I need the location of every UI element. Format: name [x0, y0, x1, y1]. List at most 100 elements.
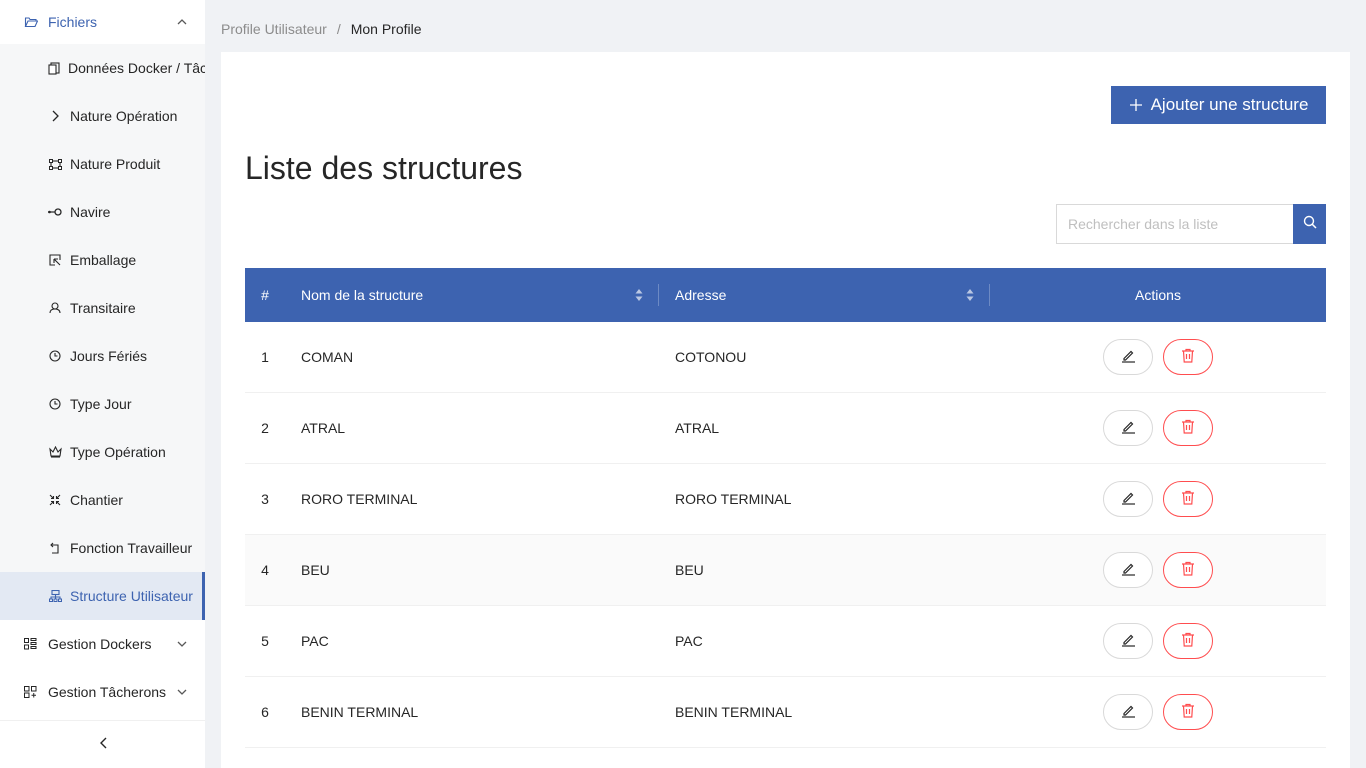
table-row: 4 BEU BEU	[245, 535, 1326, 606]
sidebar-item-label: Nature Opération	[70, 108, 178, 124]
compress-icon	[48, 494, 62, 506]
sort-icon	[966, 287, 974, 303]
chevron-right-icon	[48, 110, 62, 122]
border-icon	[48, 158, 62, 170]
sidebar-item-emballage[interactable]: Emballage	[0, 236, 205, 284]
cluster-icon	[48, 590, 62, 602]
delete-button[interactable]	[1163, 339, 1213, 375]
select-icon	[48, 254, 62, 266]
submenu-fichiers-label: Fichiers	[48, 14, 98, 30]
sidebar-group-gestion-dockers[interactable]: Gestion Dockers	[0, 620, 205, 668]
rollback-icon	[48, 542, 62, 554]
sidebar-item-nature-produit[interactable]: Nature Produit	[0, 140, 205, 188]
cell-address: PAC	[675, 633, 703, 649]
cell-name: ATRAL	[301, 420, 346, 436]
edit-button[interactable]	[1103, 552, 1153, 588]
edit-icon	[1121, 632, 1136, 650]
sidebar-item-label: Fonction Travailleur	[70, 540, 193, 556]
sidebar-group-label: Gestion Tâcherons	[48, 684, 167, 700]
sidebar-item-label: Chantier	[70, 492, 123, 508]
edit-button[interactable]	[1103, 410, 1153, 446]
table-header: # Nom de la structure Adresse Actions	[245, 268, 1326, 322]
cell-number: 5	[261, 633, 269, 649]
cell-address: BENIN TERMINAL	[675, 704, 793, 720]
column-header-address[interactable]: Adresse	[659, 268, 990, 322]
delete-button[interactable]	[1163, 694, 1213, 730]
sidebar-group-gestion-tacherons[interactable]: Gestion Tâcherons	[0, 668, 205, 716]
cell-actions	[990, 410, 1326, 446]
cell-actions	[990, 481, 1326, 517]
search-box	[1056, 204, 1326, 244]
cell-actions	[990, 339, 1326, 375]
delete-button[interactable]	[1163, 552, 1213, 588]
sidebar-item-label: Type Jour	[70, 396, 132, 412]
sidebar-item-jours-feries[interactable]: Jours Fériés	[0, 332, 205, 380]
column-header-label: Nom de la structure	[301, 287, 424, 303]
cell-address: BEU	[675, 562, 704, 578]
plus-icon	[1129, 98, 1143, 112]
sidebar-item-donnees-docker[interactable]: Données Docker / Tâcherons	[0, 44, 205, 92]
user-switch-icon	[48, 302, 62, 314]
page-title: Liste des structures	[245, 150, 523, 186]
sidebar-item-structure-utilisateur[interactable]: Structure Utilisateur	[0, 572, 205, 620]
edit-icon	[1121, 490, 1136, 508]
sidebar-item-type-operation[interactable]: Type Opération	[0, 428, 205, 476]
delete-icon	[1181, 703, 1195, 721]
delete-button[interactable]	[1163, 410, 1213, 446]
sidebar-item-fonction-travailleur[interactable]: Fonction Travailleur	[0, 524, 205, 572]
edit-icon	[1121, 419, 1136, 437]
sidebar-group-label: Gestion Dockers	[48, 636, 152, 652]
edit-icon	[1121, 703, 1136, 721]
cell-name: BENIN TERMINAL	[301, 704, 419, 720]
edit-icon	[1121, 348, 1136, 366]
sidebar-item-label: Emballage	[70, 252, 137, 268]
delete-icon	[1181, 561, 1195, 579]
structures-table: # Nom de la structure Adresse Actions 1 …	[245, 268, 1326, 748]
cell-number: 4	[261, 562, 269, 578]
column-header-name[interactable]: Nom de la structure	[285, 268, 659, 322]
edit-button[interactable]	[1103, 339, 1153, 375]
cell-actions	[990, 552, 1326, 588]
cell-number: 1	[261, 349, 269, 365]
breadcrumb-parent[interactable]: Profile Utilisateur	[221, 21, 327, 37]
sidebar-item-label: Jours Fériés	[70, 348, 148, 364]
sidebar-item-label: Nature Produit	[70, 156, 161, 172]
cell-address: ATRAL	[675, 420, 720, 436]
delete-icon	[1181, 348, 1195, 366]
table-row: 1 COMAN COTONOU	[245, 322, 1326, 393]
cell-name: COMAN	[301, 349, 354, 365]
sidebar-item-nature-operation[interactable]: Nature Opération	[0, 92, 205, 140]
sidebar-collapse-button[interactable]	[0, 720, 205, 768]
edit-button[interactable]	[1103, 694, 1153, 730]
sidebar-item-navire[interactable]: Navire	[0, 188, 205, 236]
sidebar-item-type-jour[interactable]: Type Jour	[0, 380, 205, 428]
cell-actions	[990, 623, 1326, 659]
table-row: 6 BENIN TERMINAL BENIN TERMINAL	[245, 677, 1326, 748]
copy-icon	[48, 61, 60, 75]
appstore-icon	[24, 638, 38, 650]
crown-icon	[48, 446, 62, 458]
column-header-number: #	[245, 268, 285, 322]
search-button[interactable]	[1293, 204, 1326, 244]
column-header-label: Actions	[1135, 287, 1181, 303]
sidebar-item-chantier[interactable]: Chantier	[0, 476, 205, 524]
search-input[interactable]	[1056, 204, 1293, 244]
add-structure-label: Ajouter une structure	[1150, 95, 1309, 114]
edit-button[interactable]	[1103, 481, 1153, 517]
delete-button[interactable]	[1163, 623, 1213, 659]
submenu-fichiers-list: Données Docker / Tâcherons Nature Opérat…	[0, 44, 205, 620]
add-structure-button[interactable]: Ajouter une structure	[1111, 86, 1326, 124]
cell-actions	[990, 694, 1326, 730]
table-row: 2 ATRAL ATRAL	[245, 393, 1326, 464]
edit-button[interactable]	[1103, 623, 1153, 659]
submenu-fichiers[interactable]: Fichiers	[0, 0, 205, 44]
breadcrumb: Profile Utilisateur / Mon Profile	[221, 21, 422, 37]
chevron-down-icon	[177, 689, 187, 695]
folder-open-icon	[24, 16, 38, 28]
sidebar-item-transitaire[interactable]: Transitaire	[0, 284, 205, 332]
delete-button[interactable]	[1163, 481, 1213, 517]
breadcrumb-current: Mon Profile	[350, 21, 422, 37]
chevron-up-icon	[177, 19, 187, 25]
table-row: 3 RORO TERMINAL RORO TERMINAL	[245, 464, 1326, 535]
search-icon	[1303, 215, 1317, 234]
